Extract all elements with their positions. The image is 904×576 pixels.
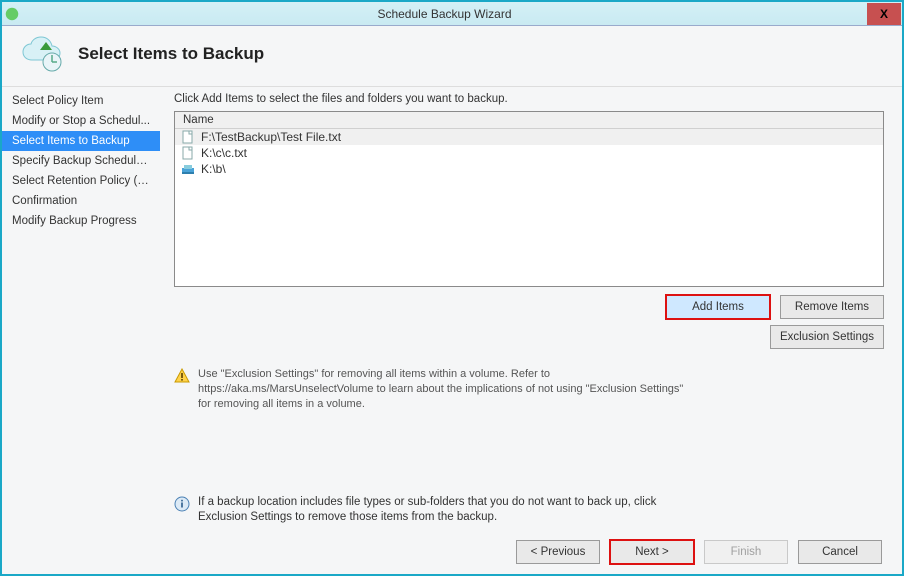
list-item-path: F:\TestBackup\Test File.txt xyxy=(201,130,341,144)
add-items-button[interactable]: Add Items xyxy=(666,295,770,319)
list-item-path: K:\c\c.txt xyxy=(201,146,247,160)
previous-button[interactable]: < Previous xyxy=(516,540,600,564)
app-icon xyxy=(2,4,22,24)
page-title: Select Items to Backup xyxy=(78,44,264,64)
list-column-header: Name xyxy=(175,112,883,129)
warning-text: Use "Exclusion Settings" for removing al… xyxy=(198,367,694,412)
main-panel: Click Add Items to select the files and … xyxy=(160,87,902,574)
next-button[interactable]: Next > xyxy=(610,540,694,564)
file-icon xyxy=(181,146,195,160)
content-split: Select Policy Item Modify or Stop a Sche… xyxy=(2,86,902,574)
info-icon xyxy=(174,495,190,526)
wizard-footer: < Previous Next > Finish Cancel xyxy=(174,540,884,564)
titlebar: Schedule Backup Wizard X xyxy=(2,2,902,26)
list-item[interactable]: K:\b\ xyxy=(175,161,883,177)
warning-icon xyxy=(174,367,190,412)
item-buttons-row: Add Items Remove Items xyxy=(174,295,884,319)
file-icon xyxy=(181,130,195,144)
remove-items-button[interactable]: Remove Items xyxy=(780,295,884,319)
exclusion-settings-button[interactable]: Exclusion Settings xyxy=(770,325,884,349)
list-body: F:\TestBackup\Test File.txt K:\c\c.txt xyxy=(175,129,883,286)
wizard-step[interactable]: Modify or Stop a Schedul... xyxy=(2,111,160,131)
wizard-header: Select Items to Backup xyxy=(2,26,902,86)
items-listbox[interactable]: Name F:\TestBackup\Test File.txt xyxy=(174,111,884,287)
info-hint: If a backup location includes file types… xyxy=(174,495,694,526)
instruction-text: Click Add Items to select the files and … xyxy=(174,93,884,105)
window-title: Schedule Backup Wizard xyxy=(22,7,867,21)
list-item[interactable]: K:\c\c.txt xyxy=(175,145,883,161)
window-body: Select Items to Backup Select Policy Ite… xyxy=(2,26,902,574)
warning-hint: Use "Exclusion Settings" for removing al… xyxy=(174,367,694,412)
backup-cloud-icon xyxy=(18,36,66,72)
wizard-step[interactable]: Modify Backup Progress xyxy=(2,211,160,231)
wizard-step[interactable]: Confirmation xyxy=(2,191,160,211)
wizard-steps-sidebar: Select Policy Item Modify or Stop a Sche… xyxy=(2,87,160,574)
list-item-path: K:\b\ xyxy=(201,162,226,176)
close-button[interactable]: X xyxy=(867,3,901,25)
wizard-step-active[interactable]: Select Items to Backup xyxy=(2,131,160,151)
wizard-window: Schedule Backup Wizard X Select Items to… xyxy=(0,0,904,576)
finish-button: Finish xyxy=(704,540,788,564)
list-item[interactable]: F:\TestBackup\Test File.txt xyxy=(175,129,883,145)
drive-folder-icon xyxy=(181,162,195,176)
wizard-step[interactable]: Select Retention Policy (F... xyxy=(2,171,160,191)
wizard-step[interactable]: Select Policy Item xyxy=(2,91,160,111)
wizard-step[interactable]: Specify Backup Schedule ... xyxy=(2,151,160,171)
spacer xyxy=(174,412,884,495)
exclusion-row: Exclusion Settings xyxy=(174,325,884,349)
cancel-button[interactable]: Cancel xyxy=(798,540,882,564)
info-text: If a backup location includes file types… xyxy=(198,495,694,526)
